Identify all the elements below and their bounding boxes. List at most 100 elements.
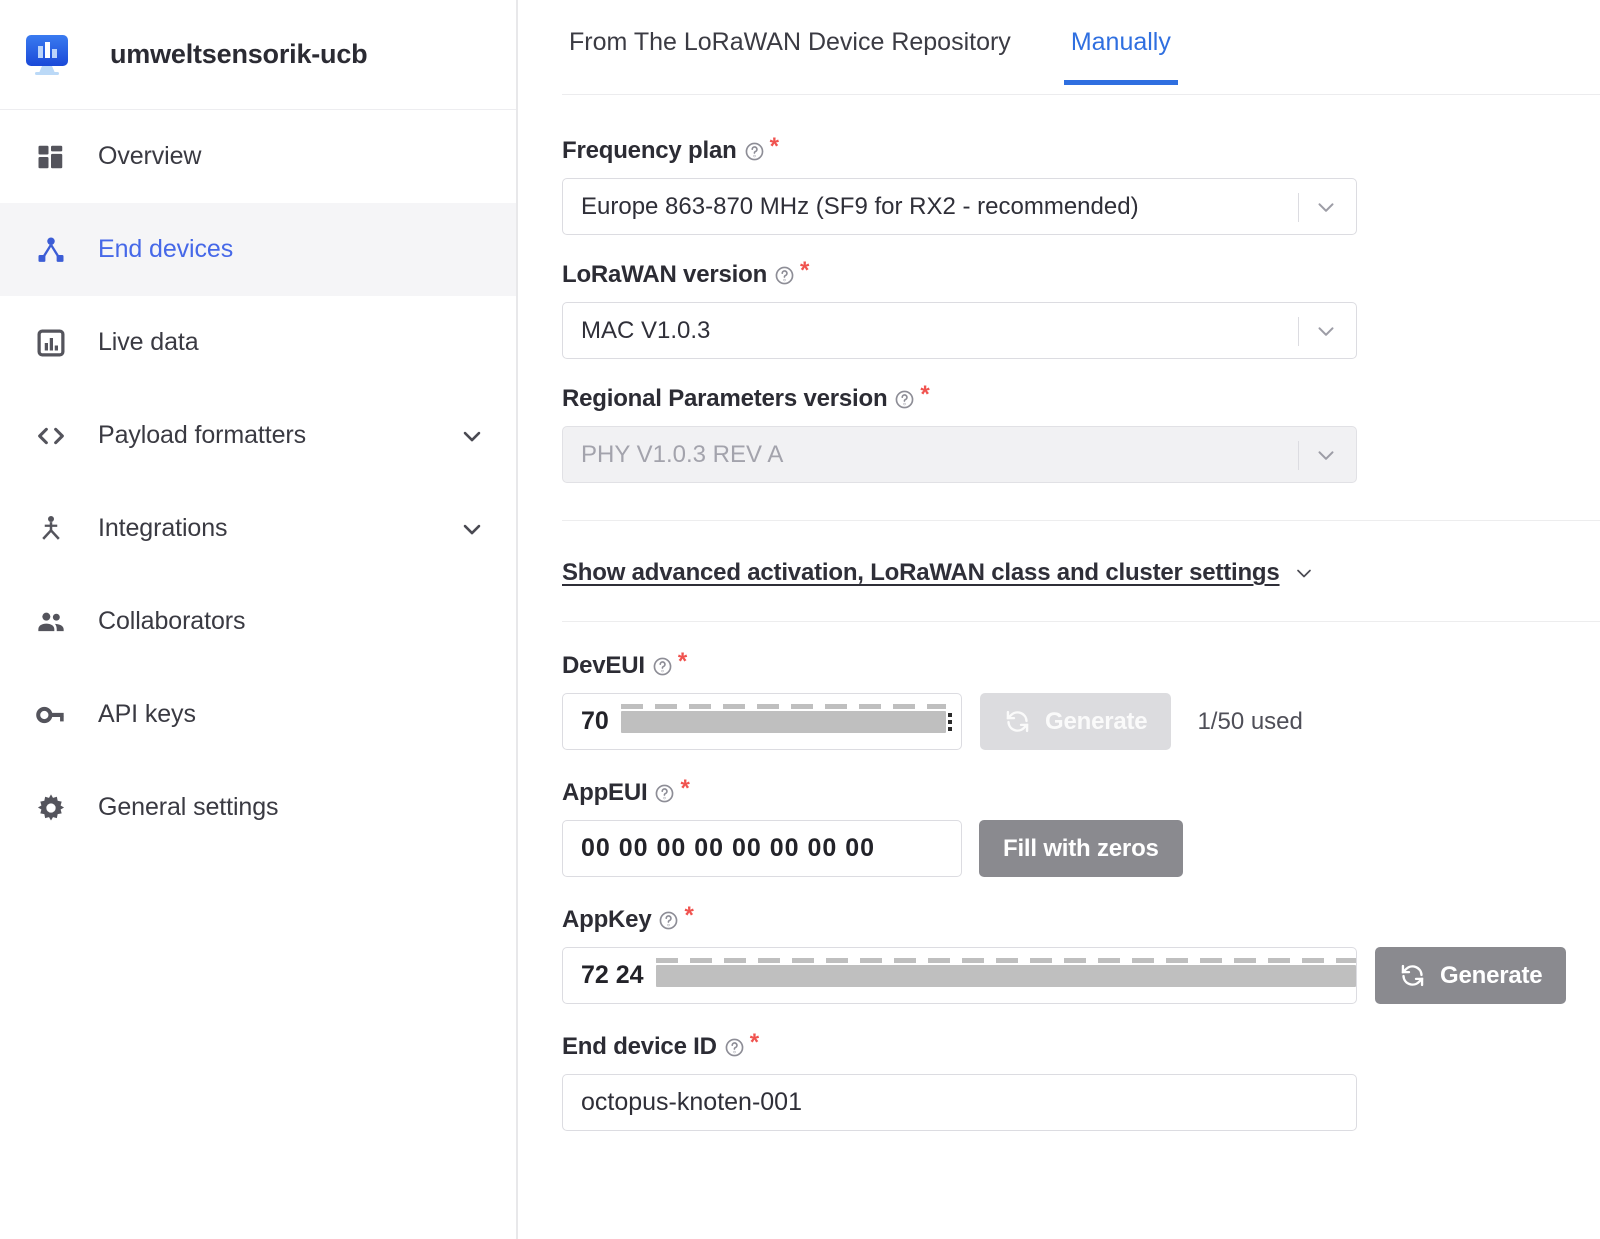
select-separator (1298, 193, 1299, 222)
sidebar-item-label: End devices (98, 235, 233, 264)
chevron-down-icon (1292, 561, 1316, 585)
help-circle-icon[interactable] (894, 389, 915, 410)
field-regional-parameters-version: Regional Parameters version * PHY V1.0.3… (562, 385, 1600, 483)
kebab-dots-icon (948, 713, 952, 731)
label-text: Frequency plan (562, 137, 737, 165)
chevron-down-icon[interactable] (1313, 194, 1339, 220)
app-root: umweltsensorik-ucb Overview (0, 0, 1600, 1239)
field-app-eui: AppEUI * 00 00 00 00 00 00 00 00 (562, 779, 1600, 877)
generate-button-label: Generate (1440, 962, 1542, 990)
sidebar-item-label: API keys (98, 700, 196, 729)
chevron-down-icon[interactable] (1313, 442, 1339, 468)
help-circle-icon[interactable] (774, 265, 795, 286)
section-divider (562, 621, 1600, 622)
field-end-device-id: End device ID * octopus-knoten-001 (562, 1033, 1600, 1131)
sidebar-item-label: Live data (98, 328, 199, 357)
select-separator (1298, 441, 1299, 470)
integration-icon (30, 514, 72, 544)
people-icon (30, 606, 72, 638)
dev-eui-input[interactable]: 70 (562, 693, 962, 750)
end-device-form: Frequency plan * Europe 863-870 MHz (SF9… (562, 95, 1600, 1131)
key-icon (30, 699, 72, 731)
sidebar-item-integrations[interactable]: Integrations (0, 482, 516, 575)
sidebar-item-overview[interactable]: Overview (0, 110, 516, 203)
end-device-id-value: octopus-knoten-001 (581, 1088, 802, 1117)
help-circle-icon[interactable] (724, 1037, 745, 1058)
field-lorawan-version: LoRaWAN version * MAC V1.0.3 (562, 261, 1600, 359)
app-key-redaction-mask (656, 965, 1356, 987)
help-circle-icon[interactable] (654, 783, 675, 804)
sidebar-item-label: Integrations (98, 514, 227, 543)
app-key-value: 72 24 (581, 961, 644, 990)
label-text: Regional Parameters version (562, 385, 887, 413)
tab-manually[interactable]: Manually (1064, 28, 1178, 84)
required-asterisk: * (770, 135, 779, 159)
required-asterisk: * (678, 650, 687, 674)
dev-eui-generate-button[interactable]: Generate (980, 693, 1171, 750)
lorawan-version-label: LoRaWAN version * (562, 261, 1600, 289)
help-circle-icon[interactable] (652, 656, 673, 677)
frequency-plan-select[interactable]: Europe 863-870 MHz (SF9 for RX2 - recomm… (562, 178, 1357, 235)
lorawan-version-select[interactable]: MAC V1.0.3 (562, 302, 1357, 359)
node-tree-icon (30, 235, 72, 265)
regional-parameters-version-select[interactable]: PHY V1.0.3 REV A (562, 426, 1357, 483)
sidebar: umweltsensorik-ucb Overview (0, 0, 518, 1239)
tab-bar: From The LoRaWAN Device Repository Manua… (562, 0, 1600, 95)
select-separator (1298, 317, 1299, 346)
label-text: AppKey (562, 906, 651, 934)
frequency-plan-label: Frequency plan * (562, 137, 1600, 165)
sidebar-item-general-settings[interactable]: General settings (0, 761, 516, 854)
refresh-icon (1399, 962, 1426, 989)
sidebar-item-api-keys[interactable]: API keys (0, 668, 516, 761)
dev-eui-value: 70 (581, 707, 609, 736)
gear-icon (30, 792, 72, 824)
sidebar-nav: Overview End devices (0, 110, 516, 854)
app-title: umweltsensorik-ucb (110, 39, 367, 70)
label-text: End device ID (562, 1033, 717, 1061)
show-advanced-settings-link[interactable]: Show advanced activation, LoRaWAN class … (562, 559, 1316, 587)
lorawan-version-value: MAC V1.0.3 (581, 317, 710, 345)
required-asterisk: * (750, 1031, 759, 1055)
advanced-link-text: Show advanced activation, LoRaWAN class … (562, 559, 1280, 587)
sidebar-item-live-data[interactable]: Live data (0, 296, 516, 389)
advanced-settings-row: Show advanced activation, LoRaWAN class … (562, 559, 1600, 587)
chevron-down-icon[interactable] (1313, 318, 1339, 344)
dev-eui-row: 70 Generate (562, 693, 1600, 750)
main-content: From The LoRaWAN Device Repository Manua… (518, 0, 1600, 1239)
required-asterisk: * (920, 383, 929, 407)
field-dev-eui: DevEUI * 70 (562, 652, 1600, 750)
dev-eui-usage-label: 1/50 used (1197, 708, 1302, 736)
help-circle-icon[interactable] (658, 910, 679, 931)
regional-parameters-version-value: PHY V1.0.3 REV A (581, 441, 783, 469)
grid-icon (30, 142, 72, 172)
label-text: AppEUI (562, 779, 647, 807)
app-key-input[interactable]: 72 24 (562, 947, 1357, 1004)
end-device-id-label: End device ID * (562, 1033, 1600, 1061)
field-frequency-plan: Frequency plan * Europe 863-870 MHz (SF9… (562, 137, 1600, 235)
tab-from-device-repository[interactable]: From The LoRaWAN Device Repository (562, 28, 1018, 84)
fill-with-zeros-label: Fill with zeros (1003, 835, 1159, 863)
app-eui-label: AppEUI * (562, 779, 1600, 807)
sidebar-item-label: Overview (98, 142, 201, 171)
app-key-generate-button[interactable]: Generate (1375, 947, 1566, 1004)
app-eui-fill-with-zeros-button[interactable]: Fill with zeros (979, 820, 1183, 877)
sidebar-item-end-devices[interactable]: End devices (0, 203, 516, 296)
chevron-down-icon[interactable] (458, 422, 486, 450)
help-circle-icon[interactable] (744, 141, 765, 162)
chevron-down-icon[interactable] (458, 515, 486, 543)
label-text: DevEUI (562, 652, 645, 680)
dev-eui-redaction-mask (621, 711, 946, 733)
required-asterisk: * (684, 904, 693, 928)
required-asterisk: * (800, 259, 809, 283)
frequency-plan-value: Europe 863-870 MHz (SF9 for RX2 - recomm… (581, 193, 1139, 221)
regional-parameters-version-label: Regional Parameters version * (562, 385, 1600, 413)
sidebar-item-collaborators[interactable]: Collaborators (0, 575, 516, 668)
generate-button-label: Generate (1045, 708, 1147, 736)
sidebar-item-label: Collaborators (98, 607, 245, 636)
refresh-icon (1004, 708, 1031, 735)
app-eui-input[interactable]: 00 00 00 00 00 00 00 00 (562, 820, 962, 877)
dev-eui-label: DevEUI * (562, 652, 1600, 680)
sidebar-item-payload-formatters[interactable]: Payload formatters (0, 389, 516, 482)
section-divider (562, 520, 1600, 521)
end-device-id-input[interactable]: octopus-knoten-001 (562, 1074, 1357, 1131)
